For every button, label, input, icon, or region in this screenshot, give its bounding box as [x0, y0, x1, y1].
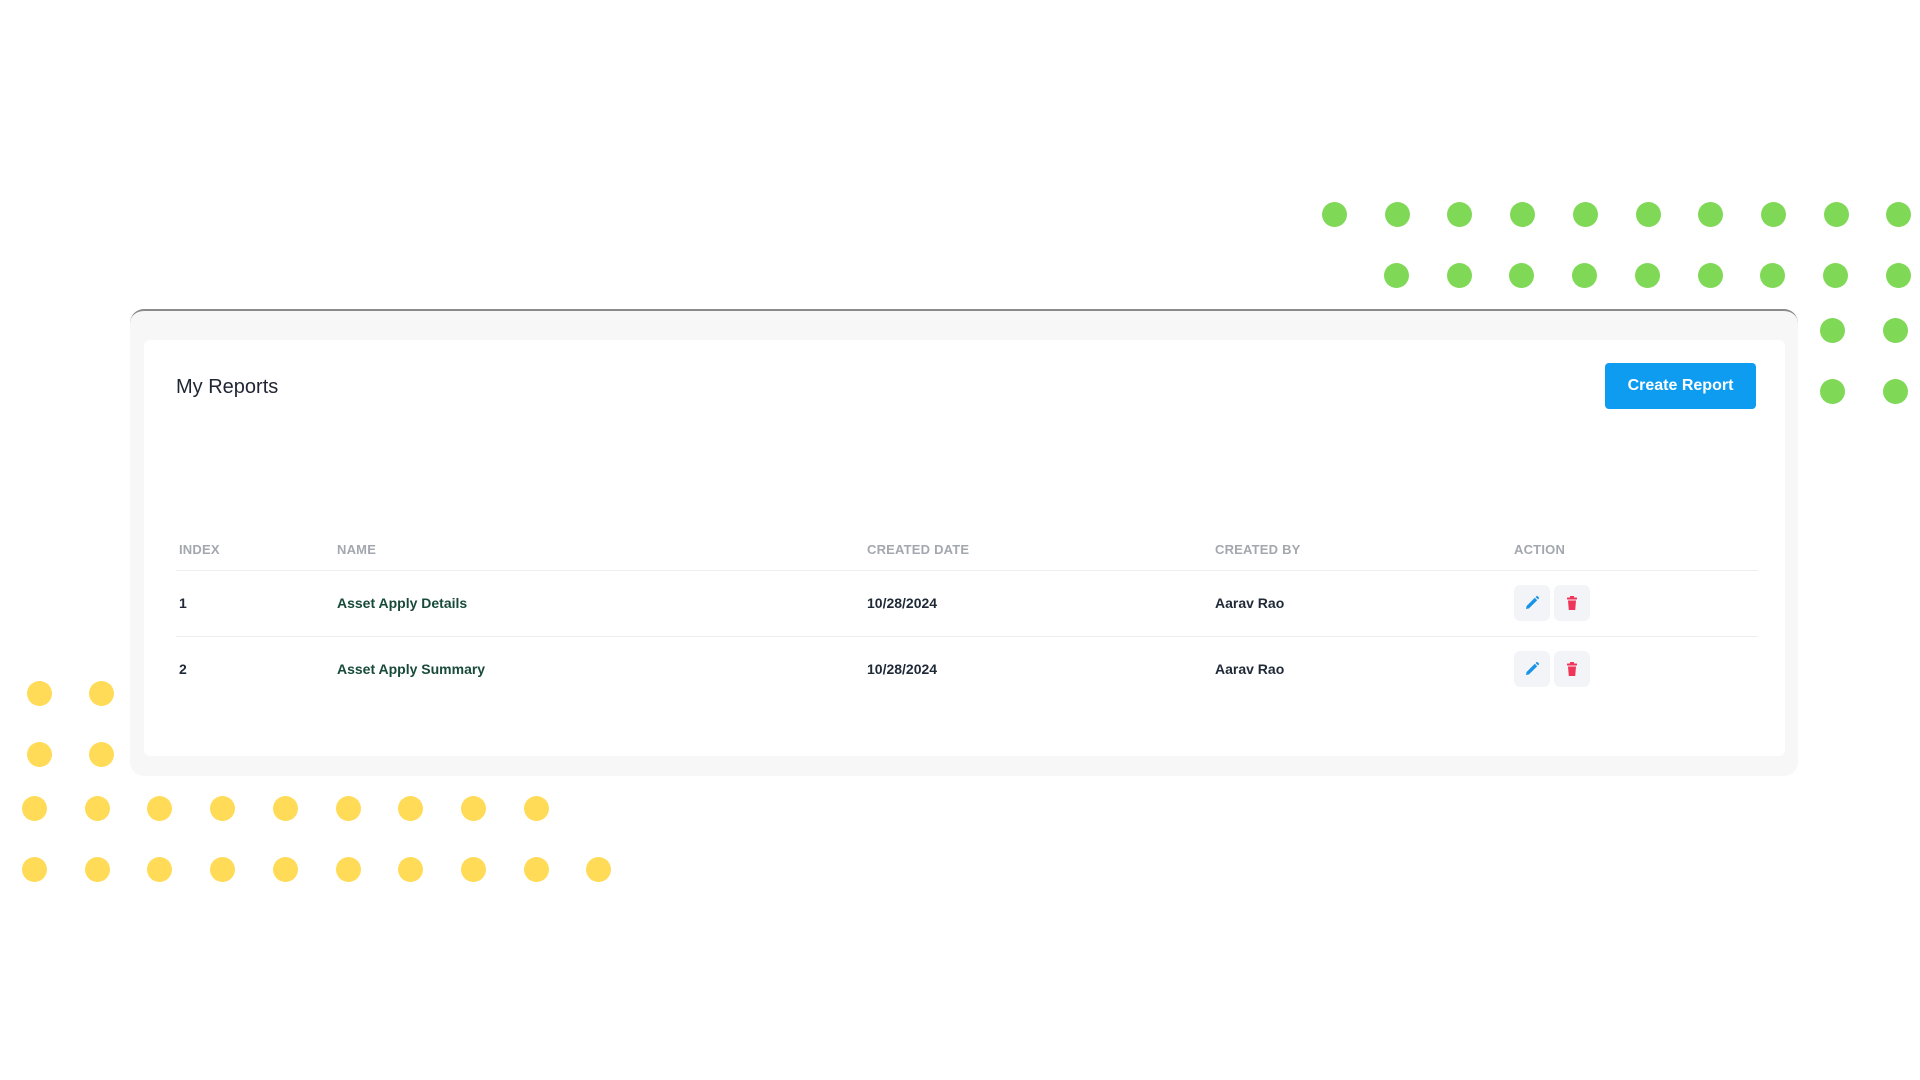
decorative-dot: [1698, 202, 1724, 227]
decorative-dot: [1635, 202, 1661, 227]
decorative-dot: [210, 796, 236, 821]
table-header-row: INDEX NAME CREATED DATE CREATED BY ACTIO…: [176, 530, 1758, 571]
decorative-dot: [27, 681, 52, 706]
decorative-dot: [22, 857, 47, 882]
decorative-dot: [272, 796, 298, 821]
column-header-index[interactable]: INDEX: [176, 530, 334, 571]
decorative-dot: [1446, 263, 1472, 288]
decorative-dot: [523, 796, 549, 821]
decorative-dot: [1384, 202, 1410, 227]
column-header-action: ACTION: [1511, 530, 1758, 571]
decorative-dot: [1634, 263, 1660, 288]
decorative-dot: [1697, 263, 1723, 288]
row-index: 2: [179, 661, 187, 678]
row-name[interactable]: Asset Apply Details: [334, 570, 864, 637]
decorative-dot: [27, 742, 52, 767]
decorative-dot: [523, 857, 549, 882]
decorative-dot: [1509, 263, 1535, 288]
decorative-dot: [335, 857, 361, 882]
row-created-date: 10/28/2024: [867, 661, 938, 678]
table-row: 1 Asset Apply Details 10/28/2024 Aarav R…: [176, 570, 1758, 637]
decorative-dot: [84, 796, 110, 821]
edit-button[interactable]: [1514, 651, 1550, 688]
decorative-dot: [1886, 202, 1912, 227]
row-created-date: 10/28/2024: [864, 570, 1212, 637]
edit-button[interactable]: [1514, 585, 1550, 621]
table-row: 2 Asset Apply Summary 10/28/2024 Aarav R…: [176, 636, 1758, 702]
column-header-created-by[interactable]: CREATED BY: [1212, 530, 1511, 571]
row-actions: [1511, 636, 1758, 702]
column-header-name[interactable]: NAME: [334, 530, 864, 571]
decorative-dot: [586, 857, 612, 882]
decorative-dot: [1760, 263, 1786, 288]
page-title: My Reports: [176, 376, 279, 398]
trash-icon: [1567, 662, 1577, 677]
delete-button[interactable]: [1554, 585, 1590, 621]
trash-icon: [1567, 596, 1577, 610]
decorative-dot: [398, 857, 424, 882]
create-report-button[interactable]: Create Report: [1605, 363, 1756, 409]
decorative-dot: [1510, 202, 1536, 227]
decorative-dot: [1820, 379, 1845, 404]
delete-button[interactable]: [1554, 651, 1590, 688]
decorative-dot: [1384, 263, 1409, 288]
decorative-dot: [1760, 202, 1786, 227]
decorative-dot: [1322, 202, 1347, 227]
pencil-icon: [1526, 595, 1540, 609]
decorative-dot: [89, 742, 114, 767]
column-header-created-date[interactable]: CREATED DATE: [864, 530, 1212, 571]
row-actions: [1511, 570, 1758, 637]
decorative-dot: [1885, 263, 1911, 288]
reports-card: My Reports Create Report INDEX NAME CREA…: [144, 340, 1785, 756]
decorative-dot: [1447, 202, 1473, 227]
decorative-dot: [398, 796, 424, 821]
reports-panel: My Reports Create Report INDEX NAME CREA…: [130, 309, 1798, 776]
decorative-dot: [335, 796, 361, 821]
decorative-dot: [1883, 379, 1908, 404]
decorative-dot: [89, 681, 114, 706]
pencil-icon: [1526, 662, 1540, 676]
decorative-dot: [1820, 318, 1845, 343]
row-created-by: Aarav Rao: [1212, 570, 1511, 637]
decorative-dot: [147, 796, 173, 821]
decorative-dot: [272, 857, 298, 882]
decorative-dot: [84, 857, 110, 882]
reports-table: INDEX NAME CREATED DATE CREATED BY ACTIO…: [176, 530, 1758, 702]
decorative-dot: [1883, 318, 1908, 343]
row-index: 1: [176, 570, 334, 637]
decorative-dot: [460, 857, 486, 882]
decorative-dot: [1572, 202, 1598, 227]
decorative-dot: [147, 857, 173, 882]
decorative-dot: [460, 796, 486, 821]
row-created-by: Aarav Rao: [1215, 661, 1285, 678]
decorative-dot: [210, 857, 236, 882]
page: My Reports Create Report INDEX NAME CREA…: [0, 0, 1920, 1080]
decorative-dot: [1822, 263, 1848, 288]
decorative-dot: [22, 796, 47, 821]
row-name[interactable]: Asset Apply Summary: [334, 636, 864, 702]
decorative-dot: [1572, 263, 1598, 288]
decorative-dot: [1823, 202, 1849, 227]
